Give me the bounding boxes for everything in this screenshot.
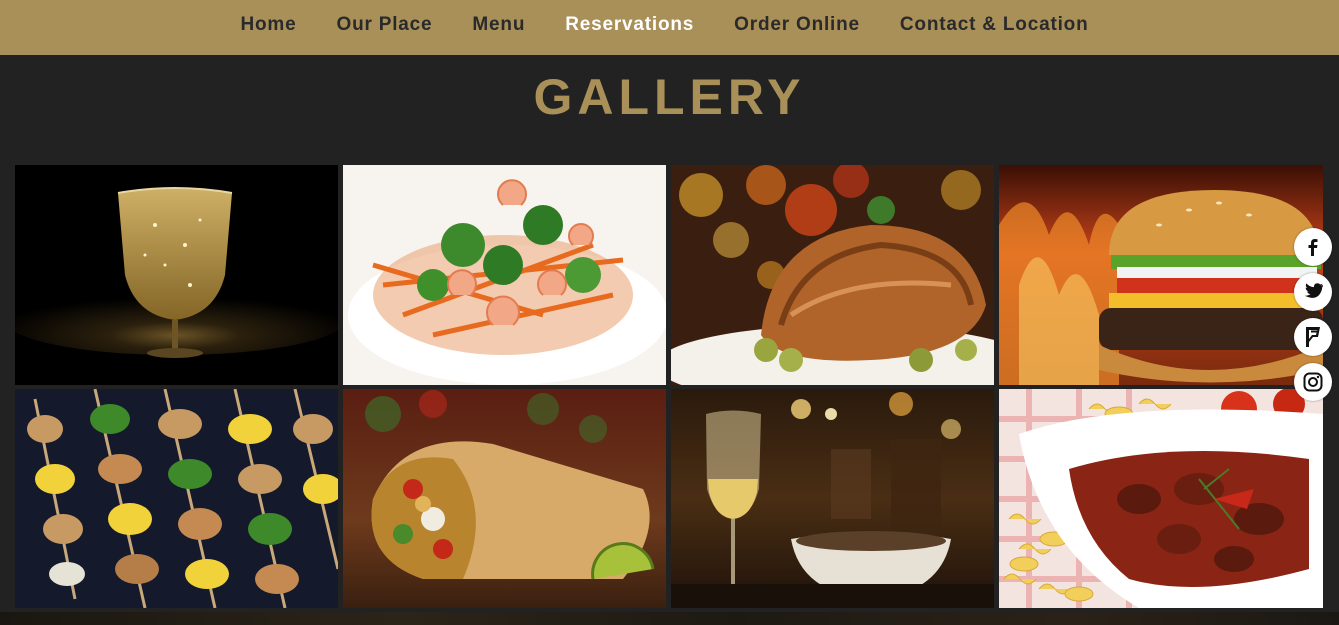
champagne-glass-image (15, 165, 338, 385)
top-navigation-bar: Home Our Place Menu Reservations Order O… (0, 0, 1339, 55)
burrito-image (343, 389, 666, 608)
social-links (1294, 228, 1332, 401)
wine-restaurant-image (671, 389, 994, 608)
facebook-button[interactable] (1294, 228, 1332, 266)
gallery-image-beef-stew[interactable] (999, 389, 1323, 608)
nav-item-contact-location[interactable]: Contact & Location (900, 14, 1089, 36)
nav-item-order-online[interactable]: Order Online (734, 14, 860, 36)
instagram-icon (1303, 372, 1323, 392)
chicken-skewers-image (15, 389, 338, 608)
roast-chicken-image (671, 165, 994, 385)
footer-background-strip (0, 612, 1339, 625)
gallery-image-chicken-skewers[interactable] (15, 389, 338, 608)
facebook-icon (1308, 239, 1318, 256)
nav-menu: Home Our Place Menu Reservations Order O… (221, 14, 1109, 36)
nav-item-menu[interactable]: Menu (472, 14, 525, 36)
beef-stew-image (999, 389, 1323, 608)
gallery-grid (15, 165, 1324, 608)
instagram-button[interactable] (1294, 363, 1332, 401)
burger-image (999, 165, 1323, 385)
twitter-button[interactable] (1294, 273, 1332, 311)
gallery-image-roast-chicken[interactable] (671, 165, 994, 385)
twitter-icon (1304, 283, 1324, 298)
gallery-image-burger[interactable] (999, 165, 1323, 385)
nav-item-reservations[interactable]: Reservations (565, 14, 694, 36)
nav-item-our-place[interactable]: Our Place (337, 14, 433, 36)
nav-item-home[interactable]: Home (241, 14, 297, 36)
gallery-image-champagne-glass[interactable] (15, 165, 338, 385)
gallery-image-wine-restaurant[interactable] (671, 389, 994, 608)
shrimp-salad-image (343, 165, 666, 385)
gallery-image-shrimp-salad[interactable] (343, 165, 666, 385)
gallery-image-burrito[interactable] (343, 389, 666, 608)
foursquare-icon (1306, 327, 1320, 347)
gallery-title: GALLERY (533, 69, 806, 125)
foursquare-button[interactable] (1294, 318, 1332, 356)
